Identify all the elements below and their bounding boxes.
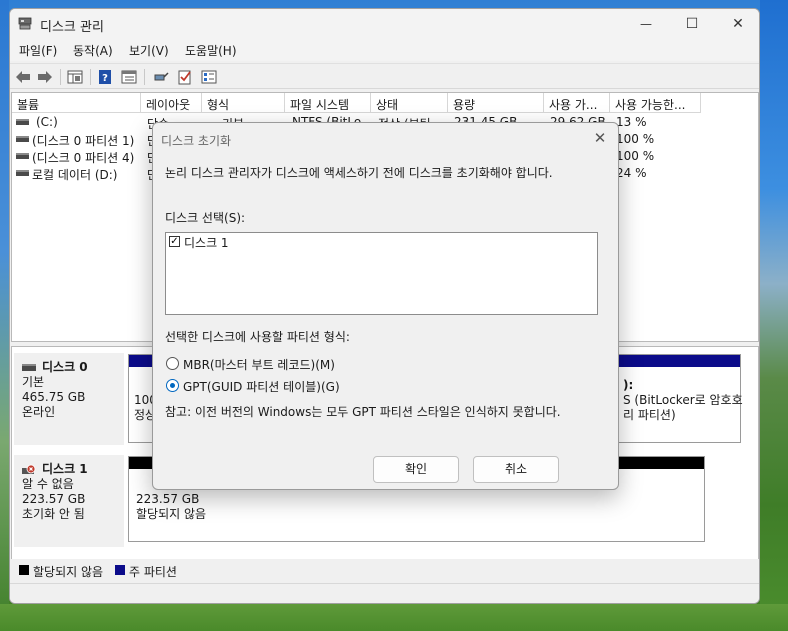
close-icon: ✕ xyxy=(593,129,607,147)
unallocated-size: 223.57 GB xyxy=(136,492,200,506)
disk-error-icon xyxy=(22,464,36,474)
disk-select-list[interactable]: ✓ 디스크 1 xyxy=(165,232,598,315)
disk-name: 디스크 1 xyxy=(42,462,88,476)
drive-icon xyxy=(16,170,29,176)
settings-list-button[interactable] xyxy=(200,68,218,86)
maximize-button[interactable]: ☐ xyxy=(669,9,715,39)
unallocated-label: 할당되지 않음 xyxy=(136,507,207,521)
volume-percent-free: 24 % xyxy=(616,166,647,180)
svg-text:?: ? xyxy=(102,73,108,84)
window-title: 디스크 관리 xyxy=(40,20,104,35)
ok-button[interactable]: 확인 xyxy=(373,456,459,483)
menu-file[interactable]: 파일(F) xyxy=(19,42,57,59)
volume-name: (디스크 0 파티션 1) xyxy=(32,134,135,148)
wallpaper-bottom xyxy=(0,604,788,631)
disk-size: 223.57 GB xyxy=(22,492,86,506)
gpt-radio[interactable] xyxy=(166,379,179,392)
disk-size: 465.75 GB xyxy=(22,390,86,404)
menu-view[interactable]: 보기(V) xyxy=(129,42,169,59)
drive-icon xyxy=(16,119,29,125)
volume-percent-free: 100 % xyxy=(616,149,655,163)
toolbar: ? xyxy=(10,63,759,89)
wallpaper-left xyxy=(0,0,9,631)
col-layout[interactable]: 레이아웃 xyxy=(141,93,202,113)
disk-select-label: 디스크 선택(S): xyxy=(165,211,246,225)
initialize-disk-dialog: 디스크 초기화 ✕ 논리 디스크 관리자가 디스크에 액세스하기 전에 디스크를… xyxy=(152,122,619,490)
forward-button[interactable] xyxy=(36,68,54,86)
menu-bar: 파일(F) 동작(A) 보기(V) 도움말(H) xyxy=(10,39,759,61)
dialog-title: 디스크 초기화 xyxy=(161,134,232,148)
maximize-icon: ☐ xyxy=(685,16,699,32)
menu-action[interactable]: 동작(A) xyxy=(73,42,113,59)
settings-list-icon xyxy=(201,70,217,84)
forward-arrow-icon xyxy=(38,71,52,83)
unallocated-swatch xyxy=(19,565,29,575)
primary-partition-swatch xyxy=(115,565,125,575)
drive-icon xyxy=(16,153,29,159)
mbr-radio[interactable] xyxy=(166,357,179,370)
disk-type: 알 수 없음 xyxy=(22,477,74,491)
view-button[interactable] xyxy=(120,68,138,86)
disk-checkbox[interactable]: ✓ xyxy=(169,236,180,247)
close-button[interactable]: ✕ xyxy=(715,9,759,39)
checklist-icon xyxy=(178,70,191,85)
dialog-close-button[interactable]: ✕ xyxy=(590,128,610,148)
back-arrow-icon xyxy=(16,71,30,83)
list-item[interactable]: ✓ 디스크 1 xyxy=(166,233,597,250)
wallpaper-right xyxy=(760,0,788,631)
connect-icon xyxy=(154,72,169,81)
connect-button[interactable] xyxy=(152,68,170,86)
properties-button[interactable] xyxy=(66,68,84,86)
partition-name: ): xyxy=(623,378,634,392)
disk-icon xyxy=(22,364,36,371)
disk-status: 초기화 안 됨 xyxy=(22,507,85,521)
disk-status: 온라인 xyxy=(22,405,56,419)
col-capacity[interactable]: 용량 xyxy=(448,93,544,113)
legend-primary-partition: 주 파티션 xyxy=(129,565,177,579)
disk-1-label[interactable]: 디스크 1 알 수 없음 223.57 GB 초기화 안 됨 xyxy=(14,455,124,547)
help-icon: ? xyxy=(99,70,111,84)
volume-name: 로컬 데이터 (D:) xyxy=(32,168,118,182)
mbr-option[interactable]: MBR(마스터 부트 레코드)(M) xyxy=(166,356,406,372)
status-bar xyxy=(10,583,759,603)
col-percent-free[interactable]: 사용 가능한... xyxy=(610,93,701,113)
legend-unallocated: 할당되지 않음 xyxy=(33,565,104,579)
drive-icon xyxy=(16,136,29,142)
mbr-label: MBR(마스터 부트 레코드)(M) xyxy=(183,358,335,372)
minimize-button[interactable]: — xyxy=(623,9,669,39)
dialog-description: 논리 디스크 관리자가 디스크에 액세스하기 전에 디스크를 초기화해야 합니다… xyxy=(165,166,553,180)
close-icon: ✕ xyxy=(732,16,744,32)
col-volume[interactable]: 볼륨 xyxy=(12,93,141,113)
col-status[interactable]: 상태 xyxy=(371,93,448,113)
volume-percent-free: 13 % xyxy=(616,115,647,129)
disk-item-label: 디스크 1 xyxy=(184,236,229,250)
gpt-option[interactable]: GPT(GUID 파티션 테이블)(G) xyxy=(166,378,406,394)
partition-filesystem: S (BitLocker로 암호호 xyxy=(623,393,743,407)
disk-0-label[interactable]: 디스크 0 기본 465.75 GB 온라인 xyxy=(14,353,124,445)
volume-name: (C:) xyxy=(36,115,58,129)
gpt-label: GPT(GUID 파티션 테이블)(G) xyxy=(183,380,340,394)
view-list-icon xyxy=(121,70,137,84)
disk-type: 기본 xyxy=(22,375,45,389)
partition-block[interactable]: ): S (BitLocker로 암호호 리 파티션) xyxy=(619,354,743,443)
col-filesystem[interactable]: 파일 시스템 xyxy=(285,93,371,113)
col-free-space[interactable]: 사용 가... xyxy=(544,93,610,113)
minimize-icon: — xyxy=(640,17,652,31)
partition-status: 리 파티션) xyxy=(623,408,676,422)
menu-help[interactable]: 도움말(H) xyxy=(185,42,237,59)
col-type[interactable]: 형식 xyxy=(202,93,285,113)
disk-management-app-icon xyxy=(18,17,32,30)
volume-percent-free: 100 % xyxy=(616,132,655,146)
legend: 할당되지 않음 주 파티션 xyxy=(11,559,759,581)
volume-name: (디스크 0 파티션 4) xyxy=(32,151,135,165)
compatibility-note: 참고: 이전 버전의 Windows는 모두 GPT 파티션 스타일은 인식하지… xyxy=(165,405,561,419)
properties-grid-icon xyxy=(67,70,83,84)
title-bar[interactable]: 디스크 관리 — ☐ ✕ xyxy=(10,9,759,39)
cancel-button[interactable]: 취소 xyxy=(473,456,559,483)
help-button[interactable]: ? xyxy=(96,68,114,86)
back-button[interactable] xyxy=(14,68,32,86)
checklist-button[interactable] xyxy=(176,68,194,86)
partition-style-label: 선택한 디스크에 사용할 파티션 형식: xyxy=(165,330,350,344)
disk-name: 디스크 0 xyxy=(42,360,88,374)
